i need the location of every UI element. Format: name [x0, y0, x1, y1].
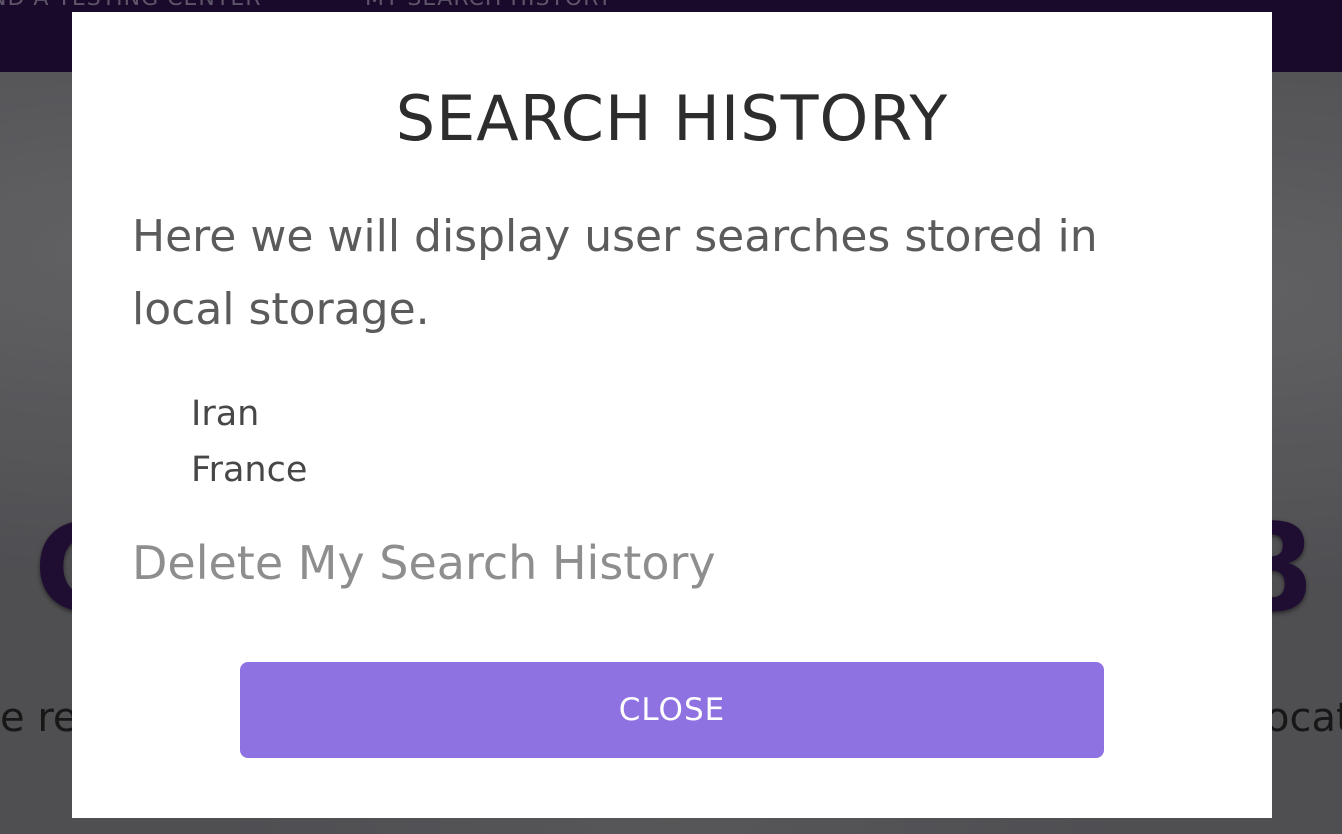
history-item-france[interactable]: France: [191, 442, 307, 498]
search-history-modal: SEARCH HISTORY Here we will display user…: [72, 12, 1272, 818]
delete-history-button[interactable]: Delete My Search History: [132, 536, 716, 590]
modal-title: SEARCH HISTORY: [395, 82, 949, 155]
modal-description: Here we will display user searches store…: [132, 211, 1098, 335]
history-item-iran[interactable]: Iran: [191, 386, 307, 442]
close-button[interactable]: CLOSE: [240, 662, 1104, 758]
search-history-list: Iran France: [191, 386, 307, 498]
